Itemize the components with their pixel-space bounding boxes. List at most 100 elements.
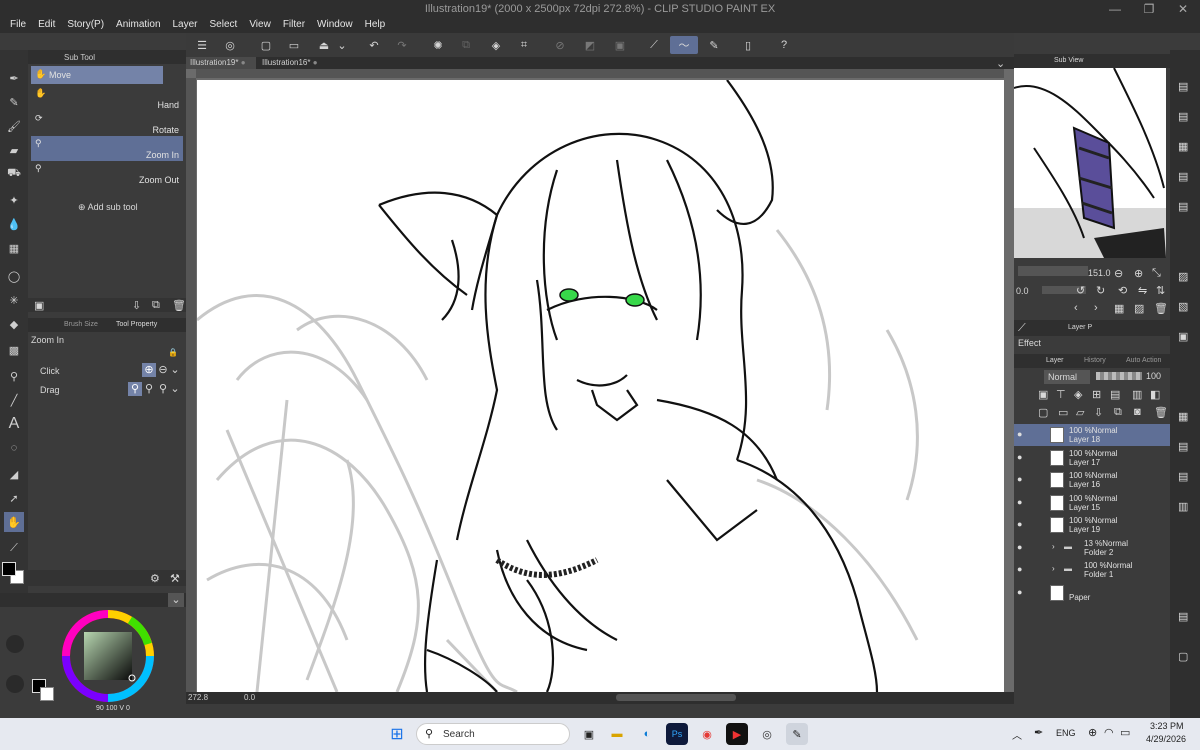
tab-layer[interactable]: Layer: [1046, 357, 1064, 364]
menu-animation[interactable]: Animation: [110, 18, 166, 33]
new-raster-layer-icon[interactable]: ▢: [1038, 406, 1048, 419]
drag-zoom-area-icon[interactable]: ⚲: [156, 382, 170, 396]
trash-icon[interactable]: 🗑: [172, 299, 186, 312]
duplicate-icon[interactable]: ⧉: [152, 299, 160, 312]
flip-vertical-icon[interactable]: ⇅: [1156, 284, 1165, 297]
chevron-down-icon[interactable]: ⌄: [170, 382, 180, 396]
layer-row[interactable]: ● 100 %Normal Layer 17: [1014, 447, 1170, 469]
mask-add-icon[interactable]: ◙: [1134, 406, 1141, 418]
clock-date[interactable]: 4/29/2026: [1146, 734, 1186, 744]
trash-icon[interactable]: 🗑: [1154, 406, 1168, 419]
chevron-down-icon[interactable]: ⌄: [168, 593, 184, 607]
redo-icon[interactable]: ↷: [392, 36, 412, 54]
eye-icon[interactable]: ●: [1017, 564, 1027, 574]
sub-tool-zoom-in[interactable]: ⚲ Zoom In: [31, 136, 183, 161]
navigator-preview[interactable]: [1014, 68, 1166, 258]
menu-file[interactable]: File: [4, 18, 32, 33]
horizontal-scrollbar[interactable]: [616, 694, 736, 701]
panel-icon[interactable]: ▤: [1178, 110, 1188, 123]
chevron-right-icon[interactable]: ›: [1052, 564, 1055, 573]
lasso-tool-icon[interactable]: ◯: [4, 266, 24, 286]
zoom-value[interactable]: 272.8: [188, 693, 208, 702]
eye-icon[interactable]: ●: [1017, 452, 1027, 462]
sub-tool-zoom-out[interactable]: ⚲ Zoom Out: [31, 161, 183, 186]
menu-filter[interactable]: Filter: [277, 18, 311, 33]
gradient-tool-icon[interactable]: ▩: [4, 340, 24, 360]
tab-auto-action[interactable]: Auto Action: [1126, 357, 1161, 364]
opacity-value[interactable]: 100: [1146, 371, 1161, 381]
clip-studio-paint-icon[interactable]: ✎: [786, 723, 808, 745]
wifi-icon[interactable]: ◠: [1104, 726, 1114, 739]
panel-icon[interactable]: ▦: [1178, 410, 1188, 423]
chrome-icon[interactable]: ◉: [696, 723, 718, 745]
sub-tool-tab[interactable]: Sub Tool: [64, 53, 95, 62]
menu-select[interactable]: Select: [204, 18, 244, 33]
sparkle-tool-icon[interactable]: ✦: [4, 190, 24, 210]
sub-color-swatch-small[interactable]: [40, 687, 54, 701]
invert-selection-icon[interactable]: ◩: [580, 36, 600, 54]
tab-illustration16[interactable]: Illustration16* ●: [258, 57, 328, 69]
text-tool-icon[interactable]: A: [4, 414, 24, 434]
chevron-left-icon[interactable]: ‹: [1074, 302, 1078, 314]
sub-tool-group[interactable]: ✋ Move: [31, 66, 163, 84]
tab-history[interactable]: History: [1084, 357, 1106, 364]
file-explorer-icon[interactable]: ▬: [606, 723, 628, 745]
eye-icon[interactable]: ●: [1017, 587, 1027, 597]
zoom-slider[interactable]: [1018, 266, 1088, 276]
color-slot-2[interactable]: [6, 675, 24, 693]
help-icon[interactable]: ?: [774, 36, 794, 54]
ruler-icon[interactable]: ⟋: [644, 36, 664, 54]
photoshop-icon[interactable]: Ps: [666, 723, 688, 745]
task-view-icon[interactable]: ▣: [578, 723, 600, 745]
sub-tool-hand[interactable]: ✋ Hand: [31, 86, 183, 111]
grid-icon[interactable]: ▦: [1114, 302, 1124, 315]
copy-icon[interactable]: ⧉: [456, 36, 476, 54]
tool-property-tab[interactable]: Tool Property: [116, 321, 157, 328]
eyedropper-icon[interactable]: ⟋: [1018, 322, 1026, 335]
tab-illustration19[interactable]: Illustration19* ●: [186, 57, 256, 69]
frame-tool-icon[interactable]: ▦: [4, 238, 24, 258]
drag-zoom-icon[interactable]: ⚲: [128, 382, 142, 396]
globe-icon[interactable]: ⊕: [1088, 726, 1097, 739]
zoom-out-icon[interactable]: ⊖: [1114, 267, 1123, 280]
layer-row[interactable]: ● 100 %Normal Layer 18: [1014, 424, 1170, 446]
layer-row[interactable]: ● 100 %Normal Layer 15: [1014, 492, 1170, 514]
close-button[interactable]: ✕: [1166, 0, 1200, 18]
clock-time[interactable]: 3:23 PM: [1150, 721, 1184, 731]
wrench-icon[interactable]: ⚙: [150, 572, 160, 585]
eye-icon[interactable]: ●: [1017, 497, 1027, 507]
transfer-down-icon[interactable]: ⇩: [1094, 406, 1103, 419]
eye-icon[interactable]: ●: [1017, 429, 1027, 439]
panel-icon[interactable]: ▤: [1178, 80, 1188, 93]
menu-story[interactable]: Story(P): [61, 18, 110, 33]
layer-row[interactable]: ● › ▬ 13 %Normal Folder 2: [1014, 537, 1170, 559]
image-icon[interactable]: ▨: [1134, 302, 1144, 315]
panel-icon[interactable]: ▤: [1178, 170, 1188, 183]
menu-help[interactable]: Help: [359, 18, 392, 33]
angle-value[interactable]: 0.0: [244, 693, 255, 702]
fill-icon[interactable]: ◈: [486, 36, 506, 54]
close-icon[interactable]: ●: [313, 58, 318, 67]
layer-row[interactable]: ● 100 %Normal Layer 19: [1014, 514, 1170, 536]
blend-tool-icon[interactable]: 💧: [4, 214, 24, 234]
line-tool-icon[interactable]: ╱: [4, 390, 24, 410]
menu-edit[interactable]: Edit: [32, 18, 61, 33]
open-file-icon[interactable]: ▭: [284, 36, 304, 54]
add-sub-tool-button[interactable]: ⊕ Add sub tool: [78, 202, 138, 213]
mask-icon[interactable]: ▤: [1110, 388, 1120, 401]
rotate-left-icon[interactable]: ↺: [1076, 284, 1085, 297]
layer-row[interactable]: ● › ▬ 100 %Normal Folder 1: [1014, 559, 1170, 581]
palette-icon[interactable]: ◧: [1150, 388, 1160, 401]
panel-icon[interactable]: ▨: [1178, 270, 1188, 283]
panel-icon[interactable]: ▤: [1178, 440, 1188, 453]
device-icon[interactable]: ▯: [738, 36, 758, 54]
transform-icon[interactable]: ⌗: [514, 36, 534, 54]
maximize-button[interactable]: ❐: [1132, 0, 1166, 18]
navigator-rotation[interactable]: 0.0: [1016, 286, 1029, 296]
reset-rotation-icon[interactable]: ⟲: [1118, 284, 1127, 297]
panel-icon[interactable]: ▤: [1178, 200, 1188, 213]
stabilizer-icon[interactable]: 〜: [670, 36, 698, 54]
panel-icon[interactable]: ▣: [1178, 330, 1188, 343]
opacity-slider[interactable]: [1096, 372, 1142, 380]
new-folder-icon[interactable]: ▱: [1076, 406, 1084, 419]
